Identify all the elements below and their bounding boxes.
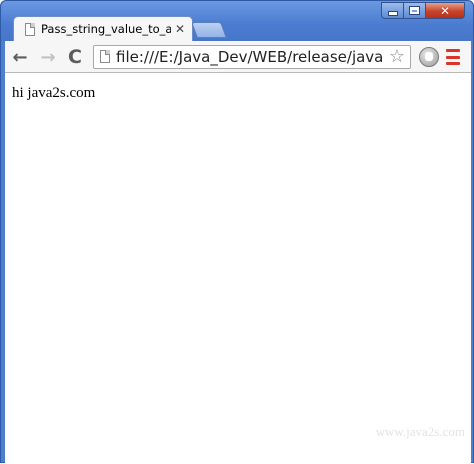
title-bar[interactable]: ✕ Pass_string_value_to_a_fun ✕	[1, 1, 473, 42]
new-tab-button[interactable]	[191, 22, 227, 38]
close-window-button[interactable]: ✕	[425, 2, 465, 19]
browser-window: ✕ Pass_string_value_to_a_fun ✕ ← → C fil…	[0, 0, 474, 464]
maximize-button[interactable]	[403, 2, 425, 19]
menu-bar-line	[446, 62, 460, 65]
page-icon	[25, 23, 35, 36]
hamburger-menu-icon[interactable]	[446, 49, 460, 65]
address-bar[interactable]: file:///E:/Java_Dev/WEB/release/java2sID…	[93, 45, 411, 69]
forward-button[interactable]: →	[37, 46, 59, 68]
minimize-icon	[388, 12, 397, 15]
tab-title: Pass_string_value_to_a_fun	[41, 22, 171, 36]
tab-close-icon[interactable]: ✕	[173, 21, 187, 37]
page-content: hi java2s.com www.java2s.com	[5, 73, 471, 464]
minimize-button[interactable]	[381, 2, 403, 19]
back-button[interactable]: ←	[9, 46, 31, 68]
navigation-toolbar: ← → C file:///E:/Java_Dev/WEB/release/ja…	[5, 41, 471, 73]
reload-button[interactable]: C	[64, 46, 86, 68]
page-icon	[100, 50, 110, 63]
maximize-icon	[410, 7, 419, 14]
extension-icon[interactable]	[419, 47, 439, 67]
menu-bar-line	[446, 49, 460, 52]
tab-active[interactable]: Pass_string_value_to_a_fun ✕	[13, 16, 193, 42]
url-text[interactable]: file:///E:/Java_Dev/WEB/release/java2sID…	[116, 48, 384, 66]
close-icon: ✕	[439, 3, 451, 18]
page-text: hi java2s.com	[12, 85, 96, 101]
menu-bar-line	[446, 55, 460, 59]
watermark: www.java2s.com	[375, 424, 465, 439]
window-controls: ✕	[381, 2, 465, 19]
bookmark-star-icon[interactable]: ☆	[386, 46, 408, 68]
